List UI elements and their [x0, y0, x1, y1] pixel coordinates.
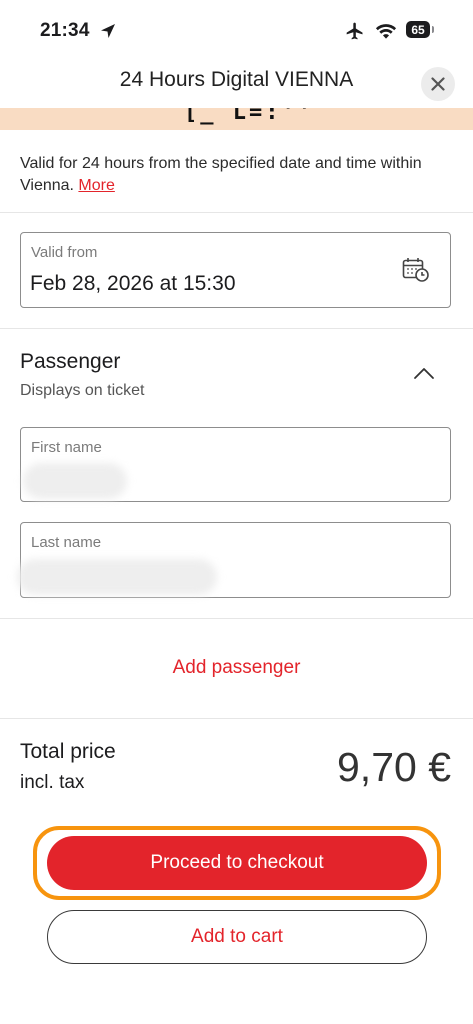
status-bar: 21:34 65 — [0, 0, 473, 62]
divider — [0, 212, 473, 213]
valid-from-field[interactable]: Valid from Feb 28, 2026 at 15:30 — [20, 232, 451, 308]
ticket-code-fragment: [_ L=:'' — [184, 108, 314, 125]
chevron-up-icon[interactable] — [413, 366, 435, 380]
battery-indicator: 65 — [406, 21, 434, 40]
calendar-clock-icon[interactable] — [402, 257, 430, 283]
page-title: 24 Hours Digital VIENNA — [119, 68, 354, 91]
divider — [0, 328, 473, 329]
valid-from-label: Valid from — [31, 244, 98, 261]
proceed-to-checkout-button[interactable]: Proceed to checkout — [47, 836, 427, 890]
add-passenger-button[interactable]: Add passenger — [0, 657, 473, 679]
battery-level: 65 — [406, 21, 430, 38]
tax-note: incl. tax — [20, 772, 85, 793]
passenger-title: Passenger — [20, 350, 121, 373]
divider — [0, 618, 473, 619]
ticket-banner: [_ L=:'' — [0, 108, 473, 130]
close-button[interactable] — [421, 67, 455, 101]
close-icon — [431, 77, 445, 91]
total-price-value: 9,70 € — [337, 744, 451, 790]
redacted-last-name — [17, 559, 217, 595]
last-name-field[interactable]: Last name — [17, 522, 451, 598]
location-arrow-icon — [101, 24, 115, 38]
more-link[interactable]: More — [78, 177, 114, 194]
valid-from-value: Feb 28, 2026 at 15:30 — [30, 272, 236, 295]
add-to-cart-button[interactable]: Add to cart — [47, 910, 427, 964]
redacted-first-name — [23, 463, 127, 499]
passenger-subtitle: Displays on ticket — [20, 382, 145, 399]
airplane-icon — [346, 22, 363, 40]
first-name-label: First name — [31, 439, 102, 456]
divider — [0, 718, 473, 719]
wifi-icon — [375, 24, 397, 39]
ticket-description: Valid for 24 hours from the specified da… — [20, 153, 460, 197]
total-price-label: Total price — [20, 740, 116, 763]
status-time: 21:34 — [40, 20, 90, 41]
first-name-field[interactable]: First name — [20, 427, 451, 502]
battery-nub — [432, 26, 434, 33]
last-name-label: Last name — [31, 534, 102, 551]
